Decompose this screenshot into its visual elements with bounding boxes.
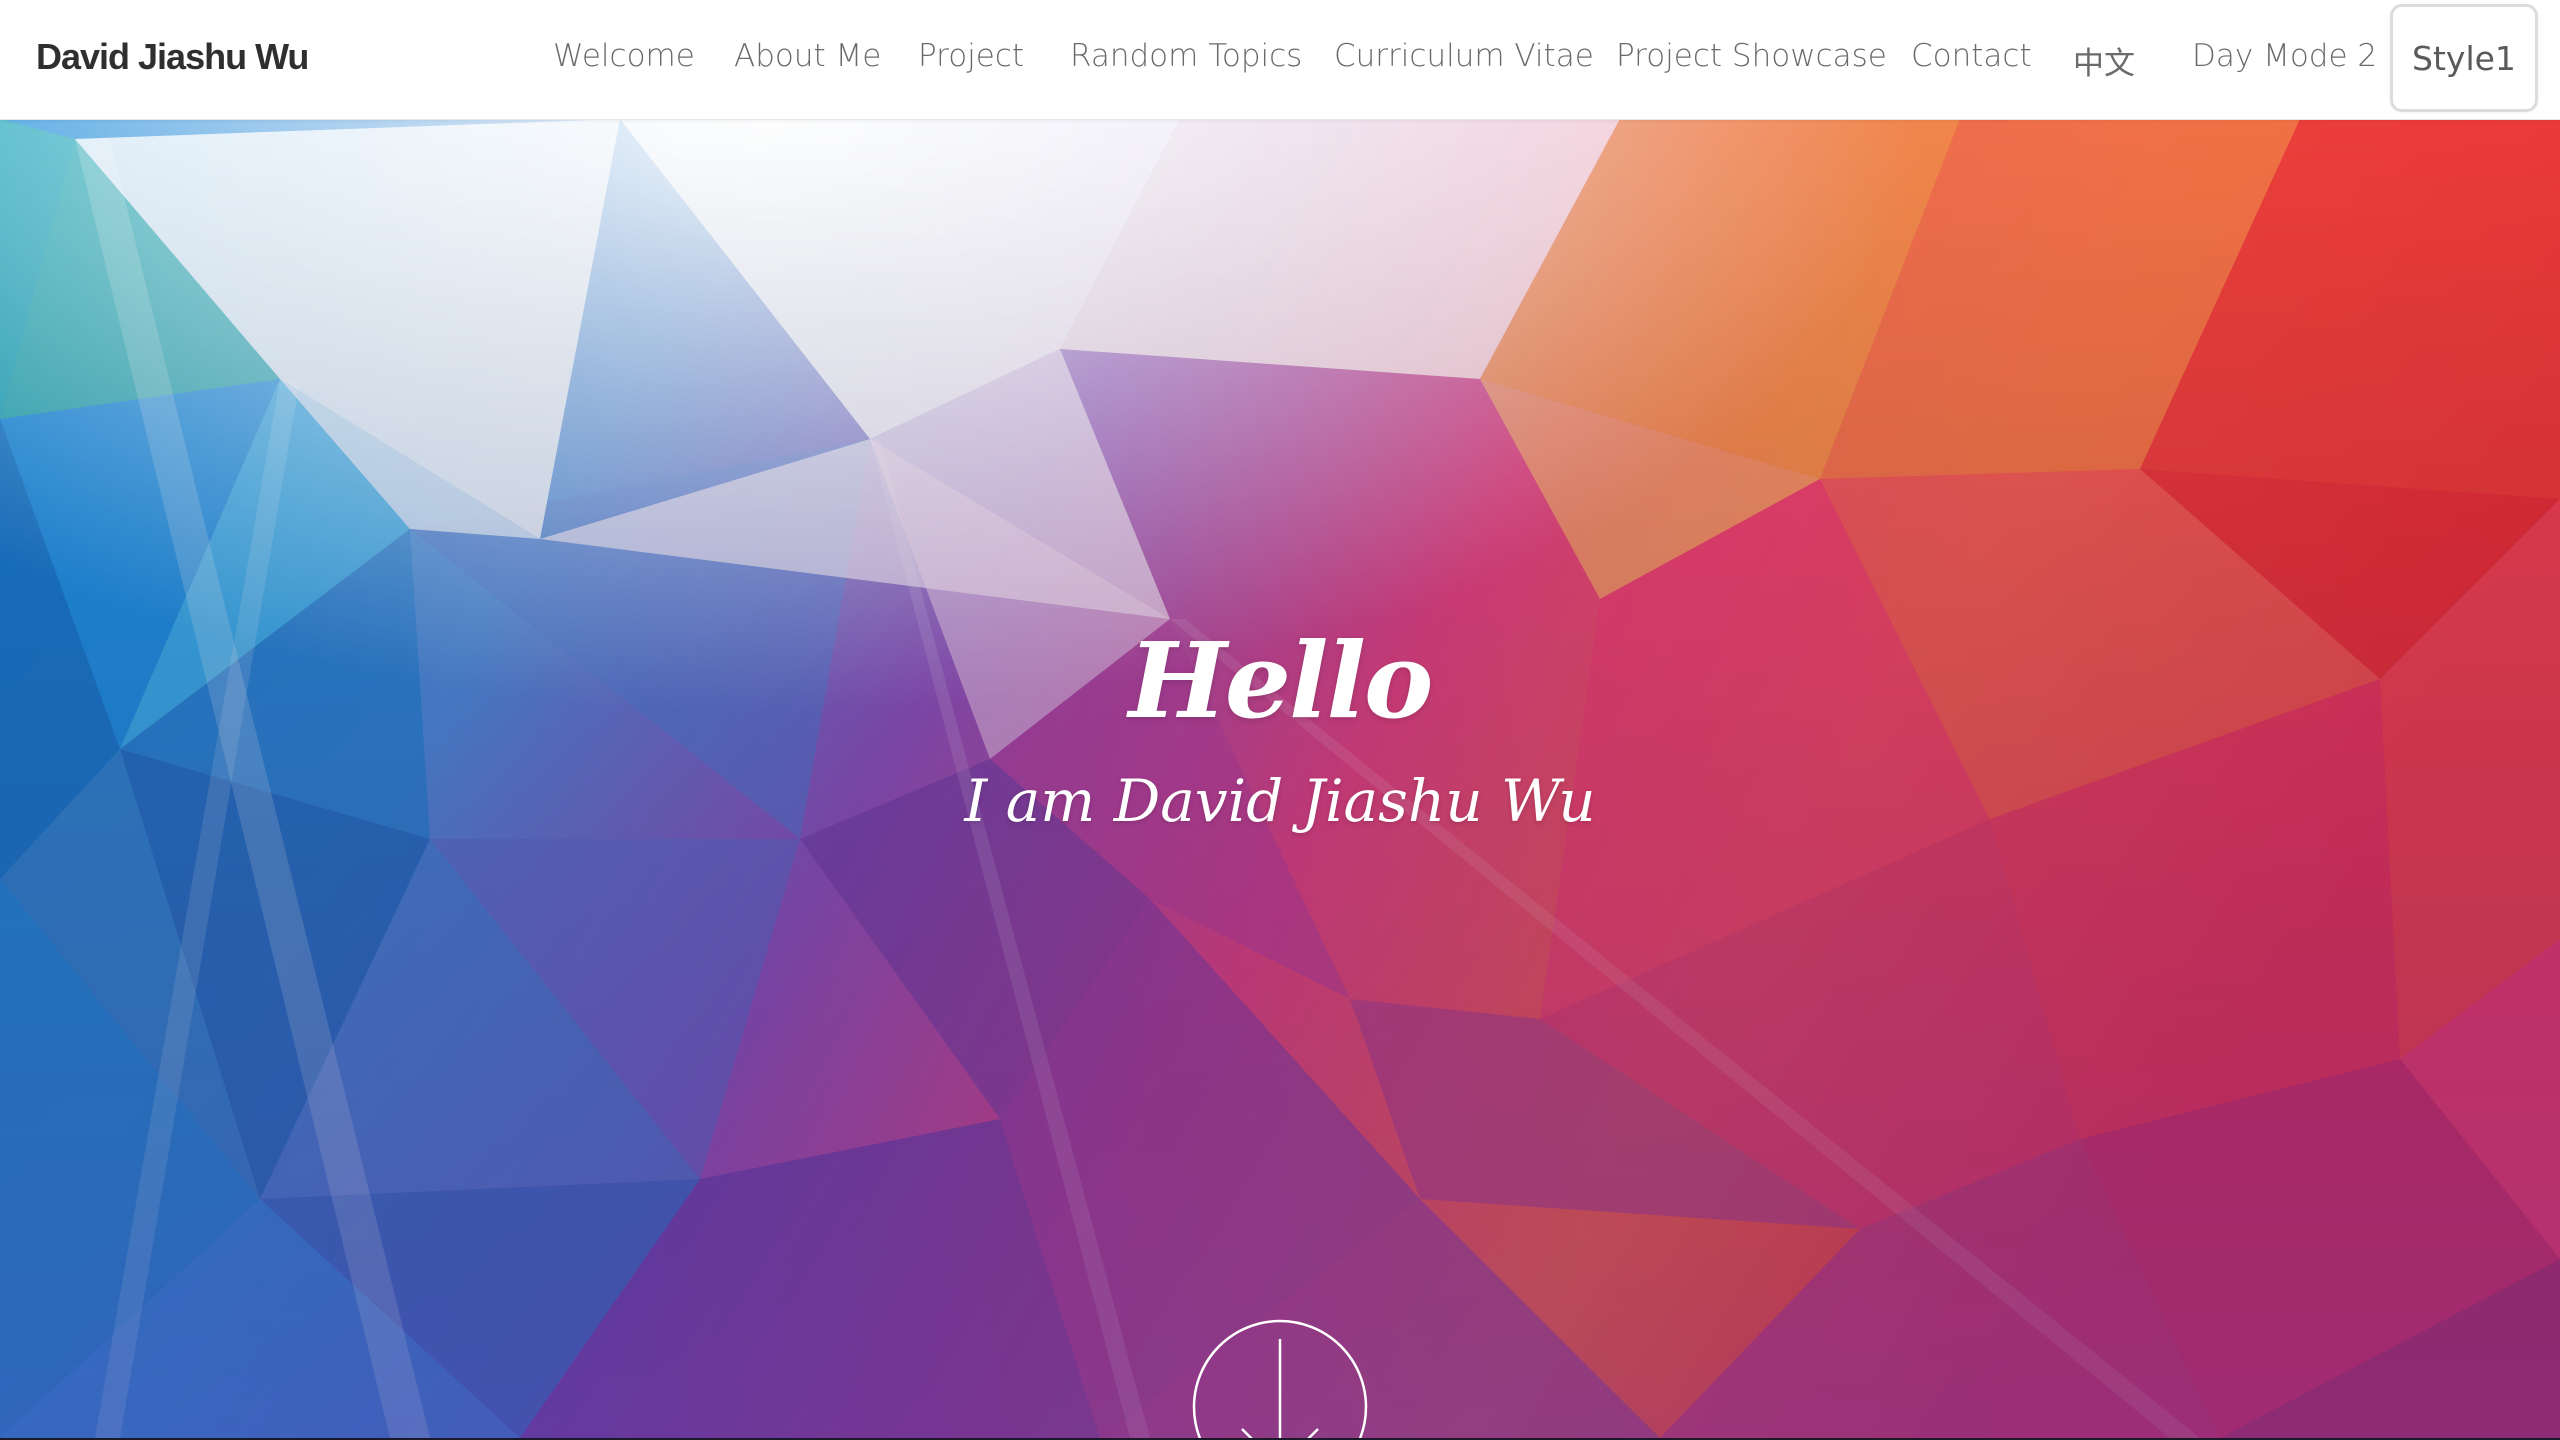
nav-item-welcome[interactable]: Welcome (553, 38, 695, 74)
hero-title: Hello (1128, 619, 1434, 742)
nav-item-project[interactable]: Project (918, 38, 1024, 74)
top-navbar: David Jiashu Wu Welcome About Me Project… (0, 0, 2560, 120)
nav-item-about-me[interactable]: About Me (734, 38, 881, 74)
hero-subtitle: I am David Jiashu Wu (964, 767, 1596, 835)
nav-item-project-showcase[interactable]: Project Showcase (1616, 38, 1887, 74)
nav-menu: Welcome About Me Project Random Topics C… (0, 0, 2560, 119)
nav-item-random-topics[interactable]: Random Topics (1070, 38, 1302, 74)
nav-item-curriculum-vitae[interactable]: Curriculum Vitae (1334, 38, 1594, 74)
nav-item-contact[interactable]: Contact (1911, 38, 2032, 74)
nav-item-chinese[interactable]: 中文 (2073, 38, 2135, 83)
style-toggle-button[interactable]: Style1 (2390, 4, 2538, 112)
arrow-down-circle-icon[interactable] (1190, 1317, 1370, 1438)
page: David Jiashu Wu Welcome About Me Project… (0, 0, 2560, 1440)
brand-link[interactable]: David Jiashu Wu (36, 36, 309, 78)
nav-item-day-mode[interactable]: Day Mode 2 (2192, 38, 2377, 74)
hero-section: Hello I am David Jiashu Wu (0, 119, 2560, 1438)
